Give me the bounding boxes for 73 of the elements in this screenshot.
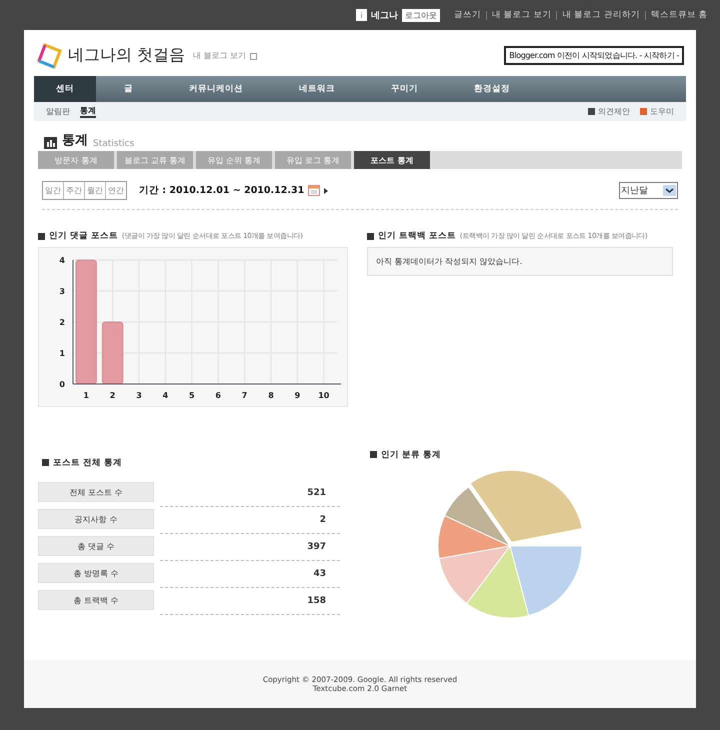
x-tick-label: 2 — [110, 391, 116, 400]
y-tick-label: 3 — [59, 287, 65, 296]
logo-icon — [36, 42, 62, 69]
section-title: 인기 트랙백 포스트 — [378, 230, 456, 242]
section-title: 인기 댓글 포스트 — [49, 230, 118, 242]
view-blog-link[interactable]: 내 블로그 보기 — [193, 50, 246, 62]
user-badge: i — [356, 9, 367, 21]
x-tick-label: 1 — [83, 391, 90, 400]
caret-icon[interactable] — [324, 188, 328, 194]
x-tick-label: 7 — [242, 391, 248, 400]
stats-tab[interactable]: 블로그 교류 통계 — [117, 151, 193, 170]
period-button[interactable]: 연간 — [105, 182, 126, 200]
x-tick-label: 4 — [162, 391, 169, 400]
x-tick-label: 3 — [136, 391, 142, 400]
nav-tab[interactable]: 환경설정 — [446, 76, 538, 102]
sub-nav-link[interactable]: 알림판 — [46, 106, 70, 117]
stat-value: 2 — [160, 512, 340, 534]
x-tick-label: 6 — [215, 391, 222, 400]
nav-tab[interactable]: 커뮤니케이션 — [161, 76, 271, 102]
stat-label: 전체 포스트 수 — [38, 482, 154, 502]
top-link[interactable]: 텍스트큐브 홈 — [650, 9, 708, 21]
stat-value: 397 — [160, 540, 340, 561]
nav-tab[interactable]: 글 — [96, 76, 161, 102]
help-link[interactable]: 도우미 — [650, 106, 674, 117]
bar-chart-icon — [44, 137, 57, 150]
stat-value: 158 — [160, 594, 340, 615]
nav-tab[interactable]: 꾸미기 — [363, 76, 446, 102]
x-tick-label: 5 — [189, 391, 196, 400]
y-tick-label: 4 — [59, 256, 66, 266]
square-icon — [588, 108, 595, 115]
stats-tab[interactable]: 유입 로그 통계 — [275, 151, 351, 170]
top-link[interactable]: 내 블로그 보기 — [492, 9, 552, 21]
y-tick-label: 2 — [59, 318, 65, 328]
bullet-icon — [370, 451, 377, 458]
page-subtitle: Statistics — [93, 139, 134, 150]
stats-tab[interactable]: 방문자 통계 — [38, 151, 114, 170]
y-tick-label: 1 — [59, 349, 66, 358]
nav-tab[interactable]: 센터 — [34, 76, 96, 102]
sub-nav-link[interactable]: 통계 — [80, 104, 96, 118]
stat-value: 43 — [160, 566, 340, 588]
x-tick-label: 10 — [318, 391, 330, 400]
section-title: 포스트 전체 통계 — [53, 456, 122, 469]
stats-tab[interactable]: 유입 순위 통계 — [196, 151, 272, 170]
stat-label: 총 트랙백 수 — [38, 590, 154, 610]
bullet-icon — [38, 232, 45, 240]
section-title: 인기 분류 통계 — [381, 448, 441, 461]
empty-message: 아직 통계데이터가 작성되지 않았습니다. — [367, 247, 673, 276]
logout-button[interactable]: 로그아웃 — [402, 8, 440, 22]
page-title: 통계 — [62, 132, 88, 150]
square-icon — [640, 108, 647, 115]
top-link[interactable]: 내 블로그 관리하기 — [562, 9, 640, 21]
help-link[interactable]: 의견제안 — [598, 106, 630, 117]
stat-label: 총 댓글 수 — [38, 536, 154, 556]
stat-value: 521 — [160, 486, 340, 507]
bullet-icon — [367, 232, 374, 240]
stat-label: 공지사항 수 — [38, 509, 154, 530]
stats-tab[interactable]: 포스트 통계 — [354, 151, 430, 170]
stat-label: 총 방명록 수 — [38, 563, 154, 584]
period-button[interactable]: 월간 — [84, 182, 105, 200]
external-link-icon — [250, 52, 258, 60]
nav-tab[interactable]: 네트워크 — [271, 76, 363, 102]
y-tick-label: 0 — [59, 380, 66, 390]
period-select[interactable]: 지난달 — [619, 182, 678, 200]
period-button[interactable]: 주간 — [63, 182, 84, 200]
x-tick-label: 8 — [268, 391, 274, 400]
user-name: 네그나 — [371, 10, 398, 22]
bar-chart: 0 1 2 3 4 1 2 3 4 5 6 7 8 9 10 — [45, 250, 345, 400]
blog-title: 네그나의 첫걸음 — [68, 45, 186, 66]
date-range: 기간 : 2010.12.01 ~ 2010.12.31 — [139, 184, 304, 198]
top-link[interactable]: 글쓰기 — [454, 9, 481, 21]
notice-banner[interactable]: Blogger.com 이전이 시작되었습니다. - 시작하기 - — [504, 46, 684, 66]
x-tick-label: 9 — [294, 391, 301, 400]
bullet-icon — [42, 459, 49, 466]
